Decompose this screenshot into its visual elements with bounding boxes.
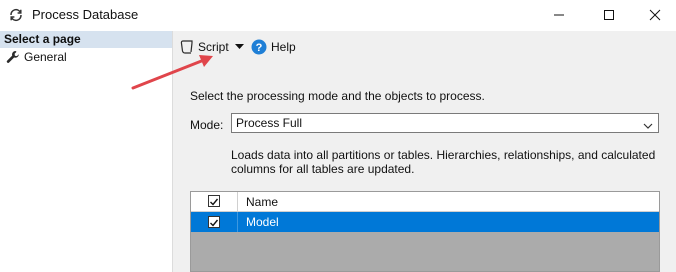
nav-item-label: General (24, 50, 67, 64)
grid-header-name: Name (246, 195, 279, 209)
help-button[interactable]: ? Help (251, 37, 296, 57)
script-dropdown-button[interactable] (235, 40, 244, 54)
row-check-cell (191, 212, 238, 232)
script-button[interactable]: Script (179, 37, 229, 57)
row-name: Model (246, 215, 279, 229)
maximize-button[interactable] (586, 0, 632, 30)
mode-dropdown[interactable]: Process Full (231, 113, 659, 133)
help-icon: ? (251, 39, 267, 55)
mode-description: Loads data into all partitions or tables… (231, 148, 656, 176)
window-title: Process Database (32, 7, 139, 22)
caret-down-icon (235, 44, 244, 49)
grid-header-check-cell (191, 192, 238, 211)
page-selector-pane: Select a page General (0, 31, 173, 272)
refresh-cycle-icon (8, 7, 24, 23)
minimize-button[interactable] (536, 0, 582, 30)
script-icon (179, 39, 195, 55)
chevron-down-icon (643, 119, 653, 129)
script-label: Script (198, 40, 229, 54)
page-selector-title: Select a page (4, 32, 81, 46)
table-row[interactable]: Model (191, 212, 659, 232)
checkmark-icon (210, 198, 219, 206)
mode-label: Mode: (190, 118, 224, 132)
instructions-text: Select the processing mode and the objec… (190, 89, 485, 103)
grid-header: Name (191, 192, 659, 212)
title-bar: Process Database (0, 0, 676, 30)
select-all-checkbox[interactable] (208, 195, 220, 207)
toolbar: Script ? Help (173, 31, 676, 63)
row-checkbox[interactable] (208, 216, 220, 228)
svg-text:?: ? (256, 42, 263, 54)
maximize-icon (604, 10, 614, 20)
close-icon (649, 9, 661, 21)
mode-selected-value: Process Full (236, 116, 303, 130)
checkmark-icon (210, 219, 219, 227)
nav-item-general[interactable]: General (0, 48, 172, 66)
minimize-icon (554, 14, 564, 16)
page-selector-header: Select a page (0, 31, 172, 48)
objects-grid: Name Model (190, 191, 660, 272)
main-content-pane: Script ? Help Select the processing mode… (173, 31, 676, 272)
help-label: Help (271, 40, 296, 54)
wrench-icon (6, 50, 20, 64)
close-button[interactable] (632, 0, 676, 30)
process-database-dialog: Process Database Select a page General S… (0, 0, 676, 272)
